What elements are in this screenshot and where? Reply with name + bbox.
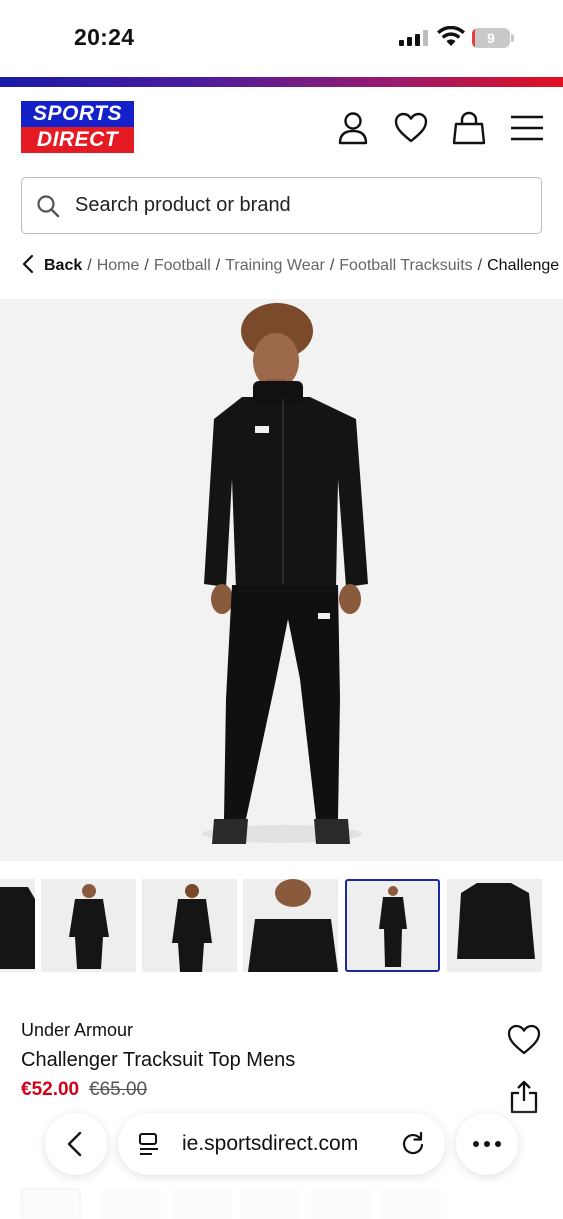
site-header: SPORTS DIRECT: [0, 87, 563, 172]
browser-more-button[interactable]: [456, 1113, 518, 1175]
breadcrumb-separator: /: [87, 257, 92, 274]
add-to-wishlist-heart-icon[interactable]: [506, 1022, 542, 1056]
product-title: Challenger Tracksuit Top Mens: [21, 1049, 296, 1071]
product-brand[interactable]: Under Armour: [21, 1020, 133, 1041]
more-dots-icon: [473, 1141, 501, 1147]
model-figure-image: [202, 303, 368, 844]
breadcrumb-separator: /: [215, 257, 221, 274]
thumbnail-image-selected[interactable]: [345, 879, 440, 972]
breadcrumb-separator: /: [329, 257, 335, 274]
original-price: €65.00: [89, 1079, 148, 1100]
wifi-icon: [437, 26, 465, 46]
browser-url: ie.sportsdirect.com: [182, 1132, 359, 1155]
battery-level: 9: [487, 30, 495, 46]
breadcrumb-item-training-wear[interactable]: Training Wear: [225, 257, 325, 274]
reload-icon[interactable]: [400, 1131, 426, 1157]
search-icon: [37, 195, 60, 218]
wishlist-heart-icon[interactable]: [393, 110, 429, 146]
breadcrumb-item-football-tracksuits[interactable]: Football Tracksuits: [339, 257, 472, 274]
breadcrumb: Back / Home / Football / Training Wear / Footbal…: [20, 254, 559, 278]
chevron-left-icon[interactable]: [20, 254, 36, 274]
breadcrumb-item-football[interactable]: Football: [154, 257, 211, 274]
breadcrumb-separator: /: [144, 257, 149, 274]
logo-line-1: SPORTS: [21, 101, 134, 127]
thumbnail-image[interactable]: [0, 879, 35, 972]
shopping-bag-icon[interactable]: [451, 110, 487, 146]
product-page: 20:24 9 SPORTS DIRECT Search product or …: [0, 0, 563, 1219]
breadcrumb-current: Challenge: [487, 257, 560, 274]
brand-gradient-bar: [0, 77, 563, 87]
account-icon[interactable]: [335, 110, 371, 146]
search-placeholder: Search product or brand: [75, 194, 291, 216]
page-menu-icon[interactable]: [138, 1132, 160, 1156]
status-bar: 20:24 9: [0, 0, 563, 76]
breadcrumb-item-home[interactable]: Home: [97, 257, 140, 274]
status-time: 20:24: [74, 24, 135, 50]
menu-hamburger-icon[interactable]: [509, 110, 545, 146]
search-input[interactable]: Search product or brand: [21, 177, 542, 234]
sports-direct-logo[interactable]: SPORTS DIRECT: [21, 101, 134, 153]
thumbnail-image[interactable]: [243, 879, 338, 972]
sale-price: €52.00: [21, 1079, 80, 1100]
product-main-image[interactable]: [0, 299, 563, 861]
thumbnail-image[interactable]: [447, 879, 542, 972]
browser-back-button[interactable]: [45, 1113, 107, 1175]
cellular-signal-icon: [399, 30, 429, 46]
battery-icon: 9: [472, 28, 514, 48]
thumbnail-strip: [0, 877, 563, 973]
browser-address-bar[interactable]: ie.sportsdirect.com: [118, 1113, 445, 1175]
logo-line-2: DIRECT: [21, 127, 134, 153]
thumbnail-image[interactable]: [142, 879, 237, 972]
breadcrumb-back-link[interactable]: Back: [44, 257, 82, 274]
breadcrumb-separator: /: [477, 257, 483, 274]
chevron-left-icon: [67, 1131, 82, 1157]
thumbnail-image[interactable]: [41, 879, 136, 972]
